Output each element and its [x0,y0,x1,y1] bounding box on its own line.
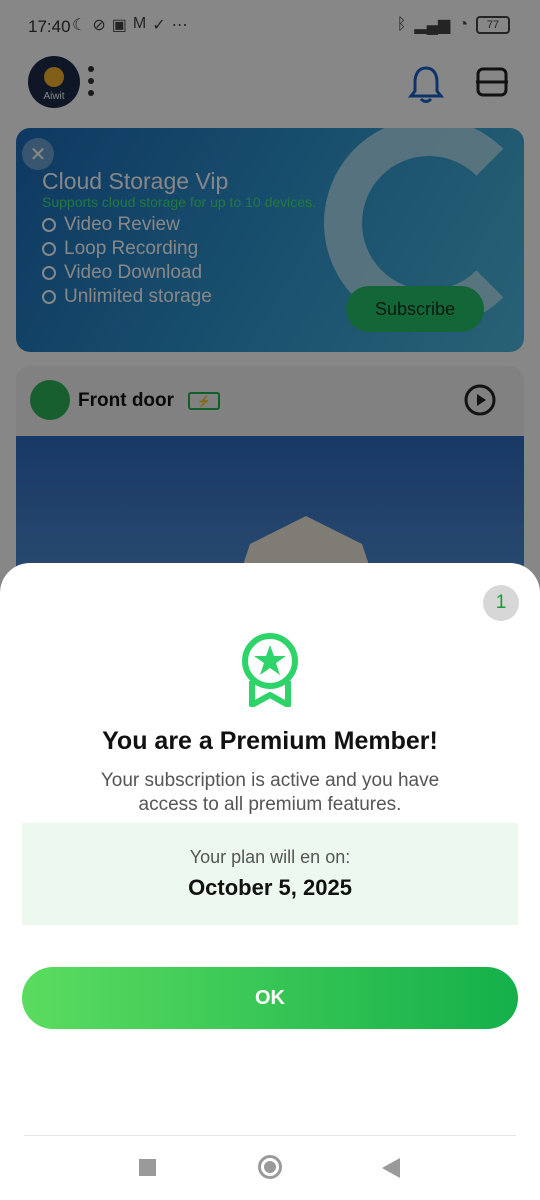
sheet-description: Your subscription is active and you have… [100,770,440,815]
plan-label: Your plan will en on: [189,847,351,867]
recent-apps-icon[interactable] [139,1159,156,1176]
plan-end-date: October 5, 2025 [188,875,352,900]
award-badge-icon [242,633,298,712]
home-icon[interactable] [258,1155,282,1179]
back-icon[interactable] [382,1158,400,1178]
ok-button[interactable]: OK [22,967,518,1029]
sheet-title: You are a Premium Member! [102,727,438,755]
premium-member-sheet: 1 You are a Premium Member! Your subscri… [0,563,540,1200]
plan-info-box: Your plan will en on: October 5, 2025 [22,823,518,925]
nav-divider [24,1135,516,1136]
countdown-badge: 1 [483,585,519,621]
